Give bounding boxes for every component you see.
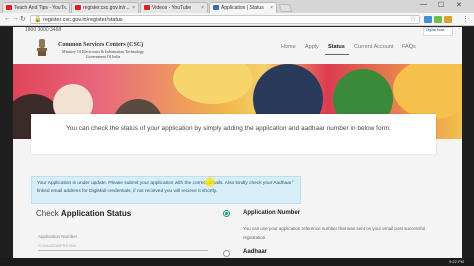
section-title: Check Application Status (36, 209, 131, 218)
reload-icon[interactable]: ↻ (20, 15, 26, 23)
info-card: You can check the status of your applica… (31, 114, 436, 154)
csc-favicon-icon (213, 5, 219, 10)
helpline-number: 1800 3000 3468 (25, 27, 62, 33)
nav-apply[interactable]: Apply (305, 44, 319, 50)
clock: 5:22 PM (449, 259, 464, 264)
org-subtitle-line: Government Of India (85, 54, 121, 59)
tab-title: register.csc.gov.in/r... (83, 5, 130, 11)
close-tab-icon[interactable]: × (270, 3, 273, 13)
page: 1800 3000 3468 Common Services Centers (… (13, 27, 462, 266)
browser-tab-1[interactable]: Teach And Tips - YouT... × (2, 2, 70, 13)
back-icon[interactable]: ← (4, 15, 11, 22)
extension-icon[interactable] (434, 16, 442, 23)
os-taskbar: 5:22 PM (0, 258, 474, 266)
youtube-icon (75, 5, 81, 10)
bookmark-star-icon[interactable]: ☆ (410, 15, 416, 23)
new-tab-button[interactable] (278, 4, 293, 12)
right-margin (462, 27, 474, 266)
browser-tab-active[interactable]: Application | Status × (209, 2, 277, 13)
close-tab-icon[interactable]: × (201, 3, 204, 13)
browser-tab-3[interactable]: Videos - YouTube × (140, 2, 208, 13)
nav-home[interactable]: Home (281, 44, 296, 50)
title-bold: Application Status (60, 209, 132, 218)
cursor-highlight (205, 177, 215, 187)
banner-figure (173, 64, 253, 104)
option-aadhaar[interactable]: Aadhaar (243, 249, 267, 255)
maximize-icon[interactable]: ☐ (438, 1, 444, 9)
application-number-input[interactable]: GYAAG2OBPRSTAN (38, 241, 208, 251)
youtube-icon (144, 5, 150, 10)
banner-figure (393, 64, 462, 119)
forward-icon[interactable]: → (12, 15, 19, 22)
tab-title: Application | Status (221, 5, 264, 11)
browser-tab-bar: Teach And Tips - YouT... × register.csc.… (0, 0, 474, 13)
browser-tab-2[interactable]: register.csc.gov.in/r... × (71, 2, 139, 13)
close-tab-icon[interactable]: × (132, 3, 135, 13)
browser-toolbar: ← → ↻ 🔒 register.csc.gov.in/register/sta… (0, 13, 474, 26)
digital-india-logo: Digital India (423, 27, 453, 36)
menu-icon[interactable]: ⋮ (462, 15, 469, 23)
address-bar[interactable]: 🔒 register.csc.gov.in/register/status (30, 15, 420, 24)
left-margin (0, 27, 13, 266)
tab-title: Teach And Tips - YouT... (14, 5, 68, 11)
org-title: Common Services Centers (CSC) (58, 42, 144, 48)
close-window-icon[interactable]: ✕ (456, 1, 462, 9)
url-text: register.csc.gov.in/register/status (43, 17, 123, 23)
info-text: You can check the status of your applica… (66, 125, 391, 132)
nav-status[interactable]: Status (328, 44, 345, 50)
radio-application-number[interactable] (223, 210, 230, 217)
radio-aadhaar[interactable] (223, 250, 230, 257)
nav-current-account[interactable]: Current Account (354, 44, 393, 50)
option-application-number[interactable]: Application Number (243, 210, 300, 216)
minimize-icon[interactable]: — (420, 1, 427, 8)
lock-icon: 🔒 (34, 17, 42, 23)
extension-icon[interactable] (444, 16, 452, 23)
option-description: You can use your application reference n… (243, 226, 426, 240)
close-tab-icon[interactable]: × (63, 3, 66, 13)
org-subtitle: Ministry Of Electronics & Information Te… (53, 49, 153, 59)
close-icon[interactable]: × (291, 179, 295, 185)
youtube-icon (6, 5, 12, 10)
active-nav-indicator (325, 54, 349, 55)
extension-icon[interactable] (424, 16, 432, 23)
emblem-logo (37, 39, 47, 56)
title-prefix: Check (36, 209, 59, 218)
status-alert: Your Application is under update. Please… (31, 176, 301, 204)
nav-faqs[interactable]: FAQs (402, 44, 416, 50)
alert-text: Your Application is under update. Please… (37, 181, 292, 194)
tab-title: Videos - YouTube (152, 5, 192, 11)
application-number-label: Application Number (38, 234, 78, 239)
